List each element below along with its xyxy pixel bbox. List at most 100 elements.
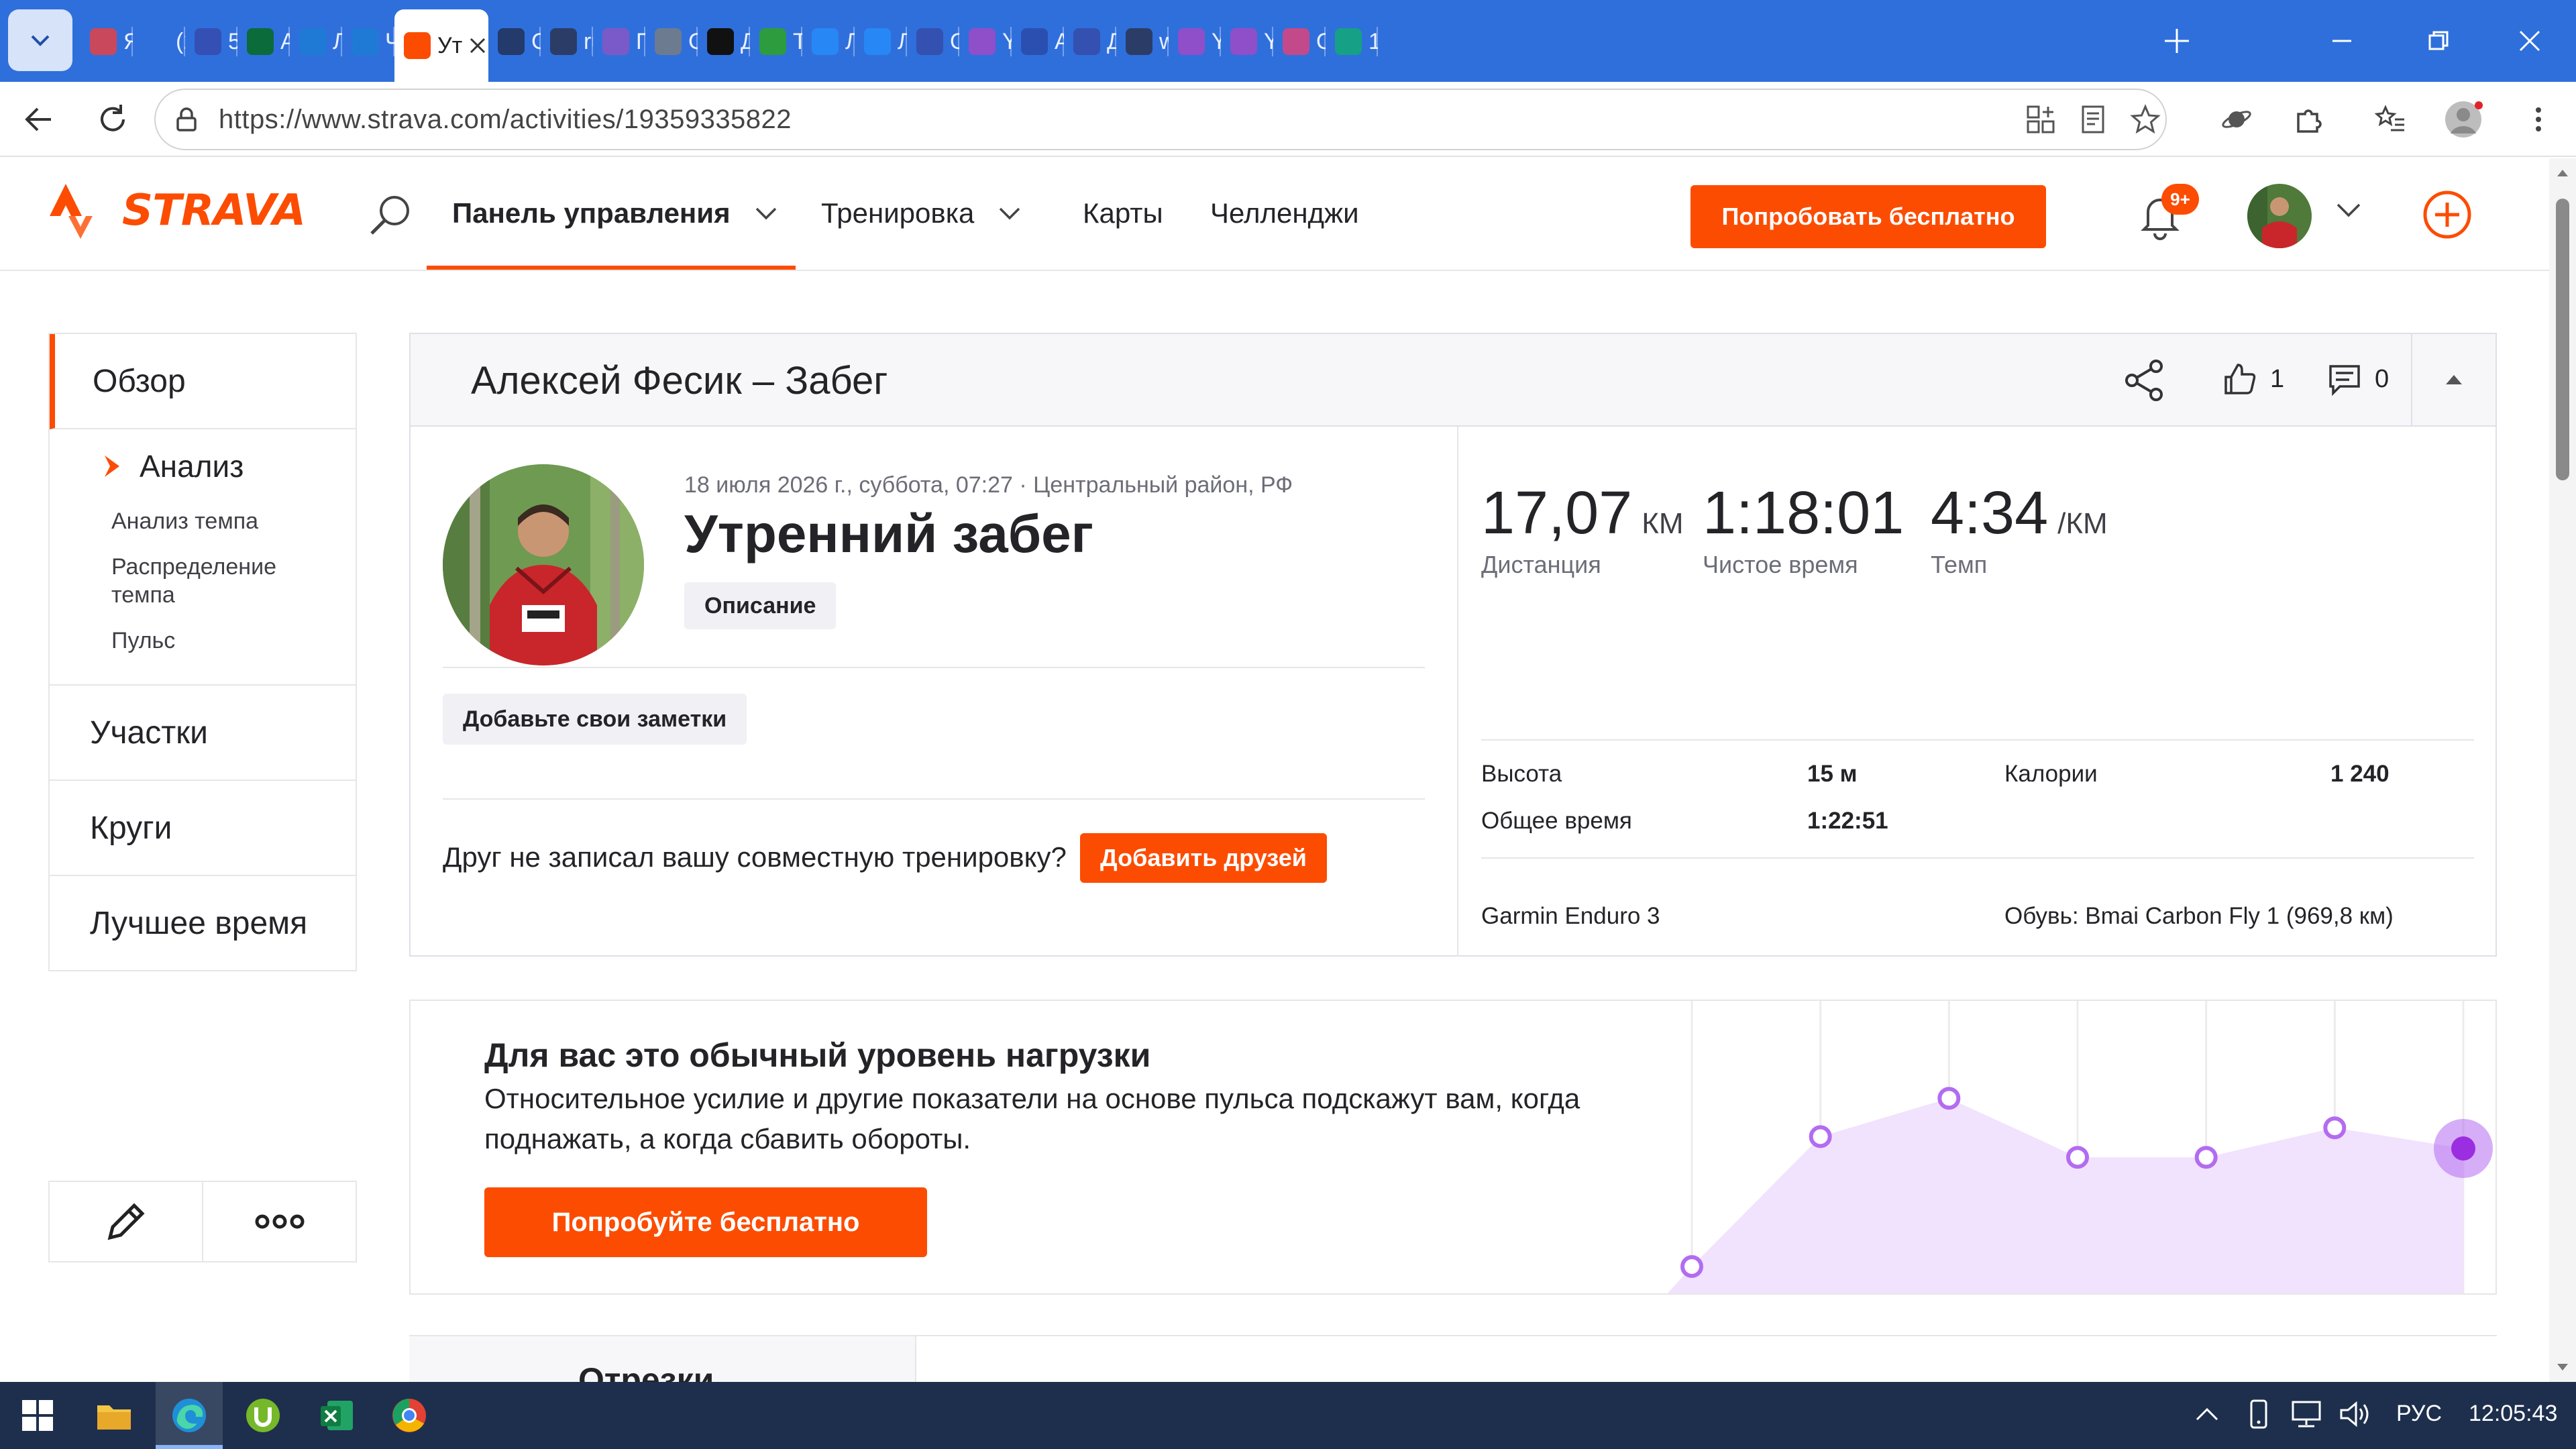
browser-tab[interactable]: П: [593, 9, 645, 74]
browser-tab[interactable]: А: [1012, 9, 1064, 74]
browser-toolbar: https://www.strava.com/activities/193593…: [0, 82, 2576, 157]
nav-training[interactable]: Тренировка: [821, 197, 1021, 229]
caret-down-icon: [2557, 1364, 2568, 1371]
more-actions-button[interactable]: [202, 1182, 356, 1261]
strava-logo[interactable]: STRAVA: [48, 182, 306, 239]
browser-tab[interactable]: 1/: [1326, 9, 1378, 74]
favorites-button[interactable]: [2369, 98, 2412, 141]
browser-tab[interactable]: А: [237, 9, 290, 74]
extension-planet-button[interactable]: [2215, 98, 2258, 141]
browser-tab[interactable]: Ч: [342, 9, 394, 74]
browser-tab[interactable]: Сі: [488, 9, 541, 74]
sidebar-item-pace-analysis[interactable]: Анализ темпа: [50, 507, 318, 535]
url-text[interactable]: https://www.strava.com/activities/193593…: [219, 105, 792, 135]
browser-tab[interactable]: Лє: [802, 9, 855, 74]
nav-dashboard-label: Панель управления: [452, 197, 731, 229]
athlete-photo[interactable]: [443, 464, 644, 665]
browser-tab[interactable]: Yc: [1221, 9, 1273, 74]
tab-title: Сі: [531, 28, 541, 54]
nav-dashboard[interactable]: Панель управления: [452, 197, 777, 229]
browser-tab[interactable]: (2: [133, 9, 185, 74]
sidebar-item-laps[interactable]: Круги: [50, 781, 356, 876]
taskbar-file-explorer[interactable]: [87, 1389, 141, 1442]
browser-tab[interactable]: 5: [185, 9, 237, 74]
windows-start-button[interactable]: [11, 1389, 64, 1442]
sidebar-item-heart-rate[interactable]: Пульс: [50, 627, 318, 655]
tray-volume[interactable]: [2339, 1398, 2372, 1436]
add-notes-button[interactable]: Добавьте свои заметки: [443, 694, 747, 745]
collapse-card-button[interactable]: [2411, 334, 2496, 425]
browser-tab[interactable]: Лс: [855, 9, 907, 74]
promo-try-free-button[interactable]: Попробуйте бесплатно: [484, 1187, 927, 1257]
chevron-down-icon[interactable]: [2336, 203, 2361, 219]
browser-tab[interactable]: Yc: [959, 9, 1012, 74]
back-button[interactable]: [17, 98, 60, 141]
sidebar-item-segments[interactable]: Участки: [50, 686, 356, 781]
reload-button[interactable]: [91, 98, 134, 141]
user-avatar[interactable]: [2247, 184, 2312, 248]
tab-active[interactable]: Ут: [394, 9, 488, 82]
close-tab-icon[interactable]: [468, 36, 488, 56]
add-description-button[interactable]: Описание: [684, 582, 837, 629]
tab-title: А: [1055, 28, 1064, 54]
profile-button[interactable]: [2442, 98, 2485, 141]
browser-tab[interactable]: Лі: [290, 9, 342, 74]
tab-title: 5: [228, 28, 237, 54]
favorite-button[interactable]: [2124, 98, 2167, 141]
sidebar-item-analysis[interactable]: Анализ: [50, 443, 356, 490]
reader-mode-button[interactable]: [2072, 98, 2114, 141]
browser-tab[interactable]: Д: [1064, 9, 1116, 74]
tray-phone-link[interactable]: [2245, 1398, 2271, 1436]
minimize-button[interactable]: [2321, 20, 2363, 62]
calories-label: Калории: [2004, 761, 2098, 787]
video-icon: [1230, 28, 1257, 55]
upload-activity-button[interactable]: [2422, 189, 2473, 240]
taskbar-edge[interactable]: [162, 1389, 216, 1442]
page-icon: [1126, 28, 1152, 55]
add-friends-button[interactable]: Добавить друзей: [1080, 833, 1327, 883]
taskbar-utorrent[interactable]: [236, 1389, 290, 1442]
browser-tab[interactable]: w: [1116, 9, 1169, 74]
browser-tab[interactable]: ru: [541, 9, 593, 74]
activity-name: Утренний забег: [684, 504, 1093, 564]
nav-challenges[interactable]: Челленджи: [1210, 197, 1359, 229]
scrollbar-thumb[interactable]: [2556, 199, 2569, 480]
tray-overflow-button[interactable]: [2195, 1402, 2219, 1428]
tab-actions-menu-button[interactable]: [8, 9, 72, 71]
page-scrollbar[interactable]: [2549, 158, 2576, 1382]
sidebar-item-pace-distribution[interactable]: Распределение темпа: [50, 553, 318, 609]
site-search-button[interactable]: [368, 192, 415, 239]
browser-tab[interactable]: Ga: [645, 9, 698, 74]
segments-card: Отрезки: [409, 1335, 2497, 1382]
restore-button[interactable]: [2418, 20, 2459, 62]
scroll-up-arrow[interactable]: [2555, 165, 2571, 181]
browser-tab[interactable]: Ян: [80, 9, 133, 74]
edit-activity-button[interactable]: [50, 1182, 202, 1261]
browser-tab[interactable]: О: [907, 9, 959, 74]
sidebar-item-best-efforts[interactable]: Лучшее время: [50, 876, 356, 971]
tray-clock[interactable]: 12:05:43: [2469, 1401, 2557, 1427]
tray-language[interactable]: РУС: [2396, 1401, 2442, 1427]
taskbar-excel[interactable]: [310, 1389, 364, 1442]
kudos-button[interactable]: 1: [2222, 361, 2284, 397]
browser-tab[interactable]: Yc: [1169, 9, 1221, 74]
new-tab-button[interactable]: [2156, 20, 2198, 62]
apps-button[interactable]: [2019, 98, 2062, 141]
browser-menu-button[interactable]: [2517, 98, 2560, 141]
nav-maps[interactable]: Карты: [1083, 197, 1163, 229]
close-window-button[interactable]: [2509, 20, 2551, 62]
address-bar[interactable]: https://www.strava.com/activities/193593…: [154, 89, 2167, 150]
browser-tab[interactable]: Д: [698, 9, 750, 74]
try-free-button[interactable]: Попробовать бесплатно: [1690, 185, 2046, 248]
comments-button[interactable]: 0: [2326, 361, 2389, 397]
tray-network[interactable]: [2290, 1398, 2322, 1436]
stat-distance-label: Дистанция: [1481, 551, 1601, 578]
share-button[interactable]: [2123, 358, 2167, 402]
browser-tab[interactable]: Тh: [750, 9, 802, 74]
sidebar-item-overview[interactable]: Обзор: [50, 334, 356, 429]
browser-tab[interactable]: О: [1273, 9, 1326, 74]
extensions-button[interactable]: [2288, 98, 2330, 141]
scroll-down-arrow[interactable]: [2555, 1359, 2571, 1375]
shoes-info[interactable]: Обувь: Bmai Carbon Fly 1 (969,8 км): [2004, 903, 2394, 930]
taskbar-chrome[interactable]: [382, 1389, 436, 1442]
